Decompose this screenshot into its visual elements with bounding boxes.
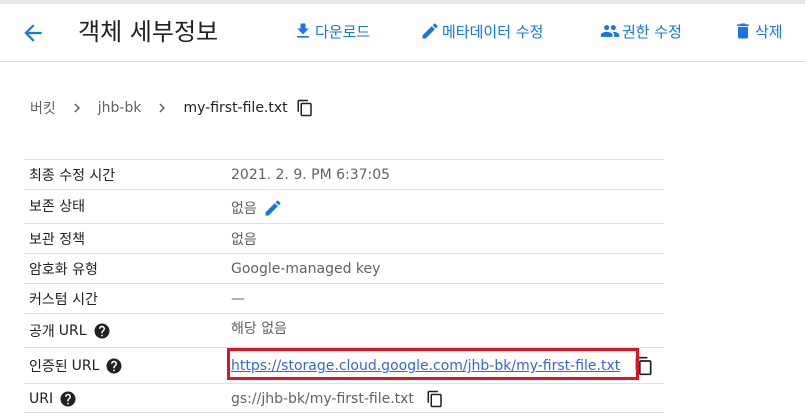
edit-permissions-button[interactable]: 권한 수정 (600, 19, 682, 43)
edit-permissions-label: 권한 수정 (622, 22, 682, 41)
edit-metadata-button[interactable]: 메타데이터 수정 (420, 19, 543, 43)
breadcrumb: 버킷 jhb-bk my-first-file.txt (30, 96, 314, 120)
uri-label: URI (29, 391, 54, 407)
breadcrumb-file-name: my-first-file.txt (183, 100, 288, 116)
download-button[interactable]: 다운로드 (293, 19, 370, 43)
delete-button[interactable]: 삭제 (733, 19, 783, 43)
row-label: 보존 상태 (29, 199, 85, 215)
row-label: 보관 정책 (29, 232, 85, 248)
pencil-icon (422, 23, 438, 39)
row-label: URI (29, 387, 77, 411)
trash-icon (737, 23, 749, 39)
row-value: 2021. 2. 9. PM 6:37:05 (231, 167, 391, 183)
table-row: 암호화 유형 Google-managed key (24, 253, 664, 283)
edit-metadata-label: 메타데이터 수정 (442, 22, 544, 41)
row-value: — (231, 291, 245, 307)
back-arrow-icon[interactable] (20, 20, 46, 46)
download-label: 다운로드 (315, 22, 371, 41)
authenticated-url-label: 인증된 (29, 359, 68, 375)
help-icon[interactable] (59, 390, 77, 408)
row-label: 최종 수정 시간 (29, 168, 116, 184)
row-value: 없음 (231, 196, 283, 220)
breadcrumb-bucket-name[interactable]: jhb-bk (98, 100, 142, 116)
uri-value: gs://jhb-bk/my-first-file.txt (231, 391, 414, 407)
row-value: 해당 없음 (231, 321, 287, 337)
authenticated-url-label-suffix: URL (71, 358, 100, 374)
row-label: 인증된 URL (29, 354, 123, 378)
help-icon[interactable] (93, 322, 111, 340)
row-value: gs://jhb-bk/my-first-file.txt (231, 387, 444, 411)
chevron-right-icon (74, 103, 80, 113)
help-icon[interactable] (105, 357, 123, 375)
pencil-icon[interactable] (263, 198, 283, 218)
people-icon (600, 25, 620, 37)
table-row: 보관 정책 없음 (24, 223, 664, 253)
public-url-label: 공개 (29, 324, 55, 340)
download-icon (297, 23, 309, 38)
retention-value: 없음 (231, 201, 257, 217)
table-row: 보존 상태 없음 (24, 189, 664, 223)
page-title: 객체 세부정보 (78, 18, 219, 46)
table-row: 커스텀 시간 — (24, 283, 664, 313)
breadcrumb-bucket[interactable]: 버킷 (30, 98, 56, 118)
table-row: 공개 URL 해당 없음 (24, 313, 664, 347)
row-label: 공개 URL (29, 319, 111, 343)
copy-icon[interactable] (426, 390, 444, 408)
page-header: 객체 세부정보 다운로드 메타데이터 수정 권한 수정 삭제 (0, 4, 805, 62)
delete-label: 삭제 (755, 22, 783, 41)
row-value: Google-managed key (231, 261, 381, 277)
row-label: 커스텀 시간 (29, 292, 98, 308)
table-row: 최종 수정 시간 2021. 2. 9. PM 6:37:05 (24, 159, 664, 189)
table-row: URI gs://jhb-bk/my-first-file.txt (24, 383, 664, 413)
row-value: 없음 (231, 232, 257, 248)
row-label: 암호화 유형 (29, 262, 98, 278)
copy-icon[interactable] (296, 99, 314, 117)
highlight-box (227, 348, 639, 380)
chevron-right-icon (159, 103, 166, 113)
public-url-label-suffix: URL (58, 323, 87, 339)
